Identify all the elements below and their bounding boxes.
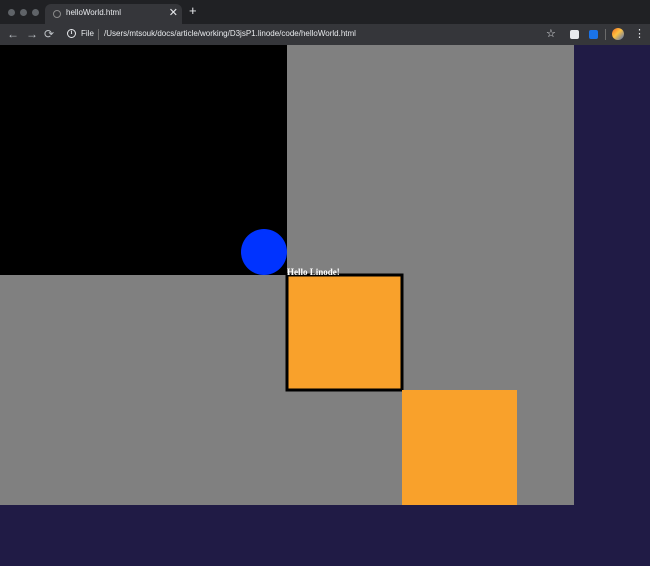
forward-icon[interactable]: →	[26, 26, 38, 42]
zoom-window-dot[interactable]	[32, 9, 39, 16]
back-icon[interactable]: ←	[7, 26, 19, 42]
profile-avatar[interactable]	[612, 28, 624, 40]
new-tab-button[interactable]: +	[189, 4, 197, 18]
extension-icon[interactable]	[570, 30, 579, 39]
kebab-menu-icon[interactable]: ⋮	[634, 27, 645, 41]
tab-strip: helloWorld.html ✕ +	[0, 0, 650, 24]
url-scheme-label[interactable]: File	[81, 29, 94, 38]
info-icon[interactable]: i	[67, 29, 76, 38]
page-viewport: Hello Linode!	[0, 45, 650, 566]
browser-window: helloWorld.html ✕ + ← → ⟳ i File /Users/…	[0, 0, 650, 566]
address-bar[interactable]: /Users/mtsouk/docs/article/working/D3jsP…	[104, 29, 356, 38]
bookmark-star-icon[interactable]: ☆	[546, 27, 556, 40]
tab-title: helloWorld.html	[66, 8, 121, 17]
tab-hello-world[interactable]: helloWorld.html ✕	[45, 4, 182, 24]
globe-icon	[53, 10, 61, 18]
orange-square	[402, 390, 517, 505]
hello-label: Hello Linode!	[287, 267, 340, 277]
close-tab-icon[interactable]: ✕	[169, 6, 178, 20]
browser-toolbar: ← → ⟳ i File /Users/mtsouk/docs/article/…	[0, 24, 650, 45]
toolbar-divider	[605, 29, 606, 40]
close-window-dot[interactable]	[8, 9, 15, 16]
blue-circle	[241, 229, 287, 275]
minimize-window-dot[interactable]	[20, 9, 27, 16]
reload-icon[interactable]: ⟳	[44, 26, 54, 42]
black-rectangle	[0, 45, 287, 275]
translate-icon[interactable]	[589, 30, 598, 39]
address-divider	[98, 29, 99, 40]
d3-svg-canvas: Hello Linode!	[0, 45, 574, 505]
orange-square-outlined	[285, 273, 404, 392]
